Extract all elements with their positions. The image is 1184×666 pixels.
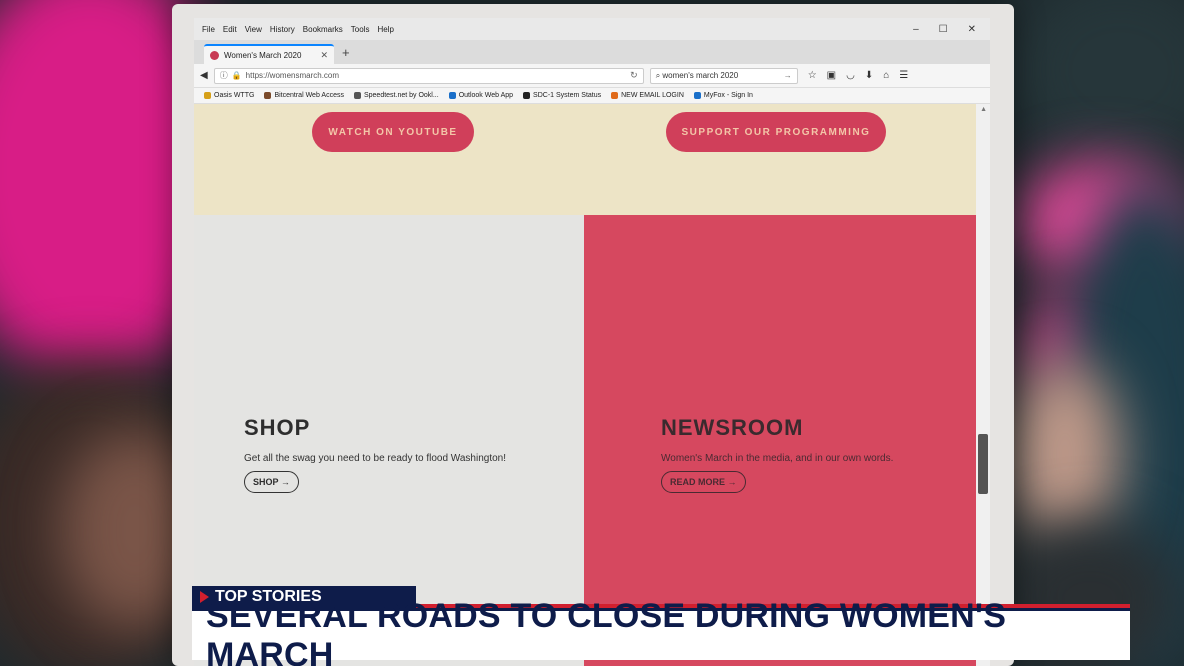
scroll-up-arrow-icon[interactable]: ▲: [980, 106, 987, 113]
reload-icon[interactable]: ↻: [630, 70, 638, 81]
hero-section: WATCH ON YOUTUBE SUPPORT OUR PROGRAMMING: [194, 104, 976, 215]
maximize-button[interactable]: ☐: [939, 24, 948, 35]
bookmark-favicon-icon: [693, 92, 701, 99]
monitor-frame: File Edit View History Bookmarks Tools H…: [172, 4, 1014, 666]
menu-bar: File Edit View History Bookmarks Tools H…: [194, 18, 990, 40]
window-controls: – ☐ ✕: [913, 24, 990, 35]
support-our-programming-button[interactable]: SUPPORT OUR PROGRAMMING: [666, 112, 886, 152]
bookmark-star-icon[interactable]: ☆: [808, 70, 817, 81]
bookmark-favicon-icon: [353, 92, 361, 99]
bookmark-item[interactable]: MyFox - Sign In: [693, 92, 753, 99]
toolbar-icons: ☆ ▣ ◡ ⬇ ⌂ ☰: [808, 70, 909, 81]
bookmarks-bar: Oasis WTTG Bitcentral Web Access Speedte…: [194, 88, 990, 104]
menu-edit[interactable]: Edit: [223, 25, 237, 34]
search-go-arrow-icon[interactable]: →: [784, 71, 792, 80]
info-icon[interactable]: ⓘ: [220, 70, 228, 81]
headline-text: SEVERAL ROADS TO CLOSE DURING WOMEN'S MA…: [206, 596, 1007, 666]
shop-description: Get all the swag you need to be ready to…: [244, 453, 507, 464]
bookmark-item[interactable]: Bitcentral Web Access: [264, 92, 344, 99]
site-favicon-icon: [210, 50, 219, 60]
bookmark-item[interactable]: NEW EMAIL LOGIN: [611, 92, 684, 99]
shop-title: SHOP: [244, 415, 311, 440]
menu-bookmarks[interactable]: Bookmarks: [303, 25, 343, 34]
page-scrollbar[interactable]: ▲: [976, 104, 990, 666]
scrollbar-thumb[interactable]: [978, 434, 988, 494]
page-content: WATCH ON YOUTUBE SUPPORT OUR PROGRAMMING…: [194, 104, 976, 666]
menu-file[interactable]: File: [202, 25, 215, 34]
search-input[interactable]: ⌕ women's march 2020 →: [649, 67, 798, 84]
minimize-button[interactable]: –: [913, 24, 919, 35]
bookmark-favicon-icon: [523, 92, 531, 99]
tab-close-icon[interactable]: ✕: [320, 50, 328, 61]
download-icon[interactable]: ⬇: [865, 70, 873, 81]
read-more-button[interactable]: READ MORE →: [661, 471, 746, 493]
navigation-bar: ◀ ⓘ 🔒 https://womensmarch.com ↻ ⌕ women'…: [194, 64, 990, 88]
close-window-button[interactable]: ✕: [968, 24, 976, 35]
menu-view[interactable]: View: [245, 25, 262, 34]
menu-history[interactable]: History: [270, 25, 295, 34]
bookmark-favicon-icon: [611, 92, 619, 99]
bookmark-favicon-icon: [264, 92, 272, 99]
newsroom-description: Women's March in the media, and in our o…: [661, 453, 894, 464]
shop-button[interactable]: SHOP →: [244, 471, 299, 493]
tab-title: Women's March 2020: [224, 50, 302, 60]
url-text: https://womensmarch.com: [245, 71, 340, 80]
bookmark-item[interactable]: SDC-1 System Status: [523, 92, 601, 99]
bookmark-item[interactable]: Oasis WTTG: [204, 92, 254, 99]
back-arrow-icon[interactable]: ◀: [200, 70, 208, 81]
newsroom-title: NEWSROOM: [661, 415, 804, 440]
home-icon[interactable]: ⌂: [883, 70, 889, 81]
search-value: women's march 2020: [662, 71, 739, 80]
clipboard-icon[interactable]: ▣: [827, 70, 836, 81]
browser-window: File Edit View History Bookmarks Tools H…: [194, 18, 990, 666]
pocket-icon[interactable]: ◡: [846, 70, 855, 81]
lock-icon: 🔒: [231, 71, 242, 80]
menu-tools[interactable]: Tools: [351, 25, 370, 34]
bookmark-item[interactable]: Outlook Web App: [448, 92, 513, 99]
tab-womens-march[interactable]: Women's March 2020 ✕: [204, 44, 334, 64]
hamburger-menu-icon[interactable]: ☰: [899, 70, 908, 81]
bookmark-favicon-icon: [204, 92, 211, 99]
url-bar[interactable]: ⓘ 🔒 https://womensmarch.com ↻: [213, 67, 644, 84]
tab-bar: Women's March 2020 ✕ +: [194, 40, 990, 64]
news-headline-banner: SEVERAL ROADS TO CLOSE DURING WOMEN'S MA…: [192, 597, 1130, 666]
new-tab-button[interactable]: +: [342, 45, 350, 60]
bookmark-favicon-icon: [448, 92, 456, 99]
bookmark-item[interactable]: Speedtest.net by Ookl...: [353, 92, 439, 99]
menu-help[interactable]: Help: [377, 25, 393, 34]
watch-on-youtube-button[interactable]: WATCH ON YOUTUBE: [312, 112, 474, 152]
